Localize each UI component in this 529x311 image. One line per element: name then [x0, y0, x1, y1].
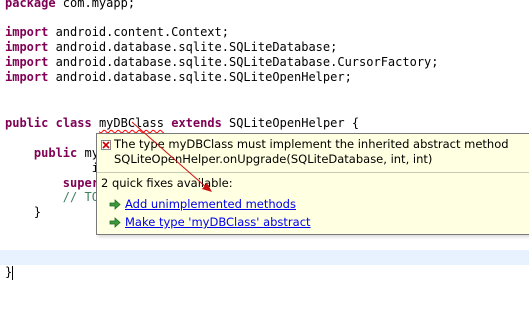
keyword: extends — [171, 116, 222, 130]
code-line-super-call: super — [5, 176, 99, 191]
keyword: package — [5, 0, 56, 10]
code-text: android.database.sqlite.SQLiteDatabase; — [48, 40, 338, 54]
code-line-constructor: public my — [5, 146, 99, 161]
quick-fix-icon — [109, 216, 121, 228]
keyword: super — [62, 176, 99, 190]
keyword: public — [33, 146, 78, 160]
code-text: android.database.sqlite.SQLiteOpenHelper… — [48, 70, 352, 84]
code-text: com.myapp; — [55, 0, 136, 10]
quick-fix-count: 2 quick fixes available: — [101, 176, 233, 190]
keyword: import — [5, 25, 49, 39]
code-line-import: import android.database.sqlite.SQLiteDat… — [5, 55, 439, 70]
error-icon — [101, 140, 111, 150]
keyword: class — [55, 116, 92, 130]
quick-fix-link[interactable]: Add unimplemented methods — [125, 197, 296, 211]
code-line-import: import android.database.sqlite.SQLiteOpe… — [5, 70, 352, 85]
quick-fix-add-unimplemented-methods[interactable]: Add unimplemented methods — [109, 196, 296, 212]
quick-fix-popup[interactable]: The type myDBClass must implement the in… — [96, 133, 529, 235]
quick-fix-link[interactable]: Make type 'myDBClass' abstract — [125, 215, 311, 229]
code-line-todo-comment: // TO — [5, 190, 99, 205]
keyword: import — [5, 70, 49, 84]
keyword: public — [5, 116, 49, 130]
quick-fix-icon — [109, 198, 121, 210]
keyword: import — [5, 40, 49, 54]
current-line-highlight — [0, 250, 529, 265]
code-line-constructor-continued: i — [5, 161, 99, 176]
error-message: The type myDBClass must implement the in… — [114, 137, 509, 167]
text-caret — [12, 266, 13, 280]
code-text: SQLiteOpenHelper { — [221, 116, 360, 130]
keyword: import — [5, 55, 49, 69]
comment: // TO — [62, 190, 99, 204]
quick-fix-make-type-abstract[interactable]: Make type 'myDBClass' abstract — [109, 214, 311, 230]
code-line-package: package com.myapp; — [5, 0, 135, 11]
code-text: } — [33, 205, 42, 219]
code-text: android.content.Context; — [48, 25, 229, 39]
code-line-closing-brace: } — [5, 205, 41, 220]
code-line-import: import android.content.Context; — [5, 25, 229, 40]
error-class-name[interactable]: myDBClass — [99, 116, 164, 130]
error-message-line: SQLiteOpenHelper.onUpgrade(SQLiteDatabas… — [114, 152, 433, 166]
divider — [97, 172, 529, 173]
code-line-class-declaration: public class myDBClass extends SQLiteOpe… — [5, 116, 359, 131]
error-message-line: The type myDBClass must implement the in… — [114, 137, 509, 151]
code-text: android.database.sqlite.SQLiteDatabase.C… — [48, 55, 439, 69]
code-line-import: import android.database.sqlite.SQLiteDat… — [5, 40, 337, 55]
